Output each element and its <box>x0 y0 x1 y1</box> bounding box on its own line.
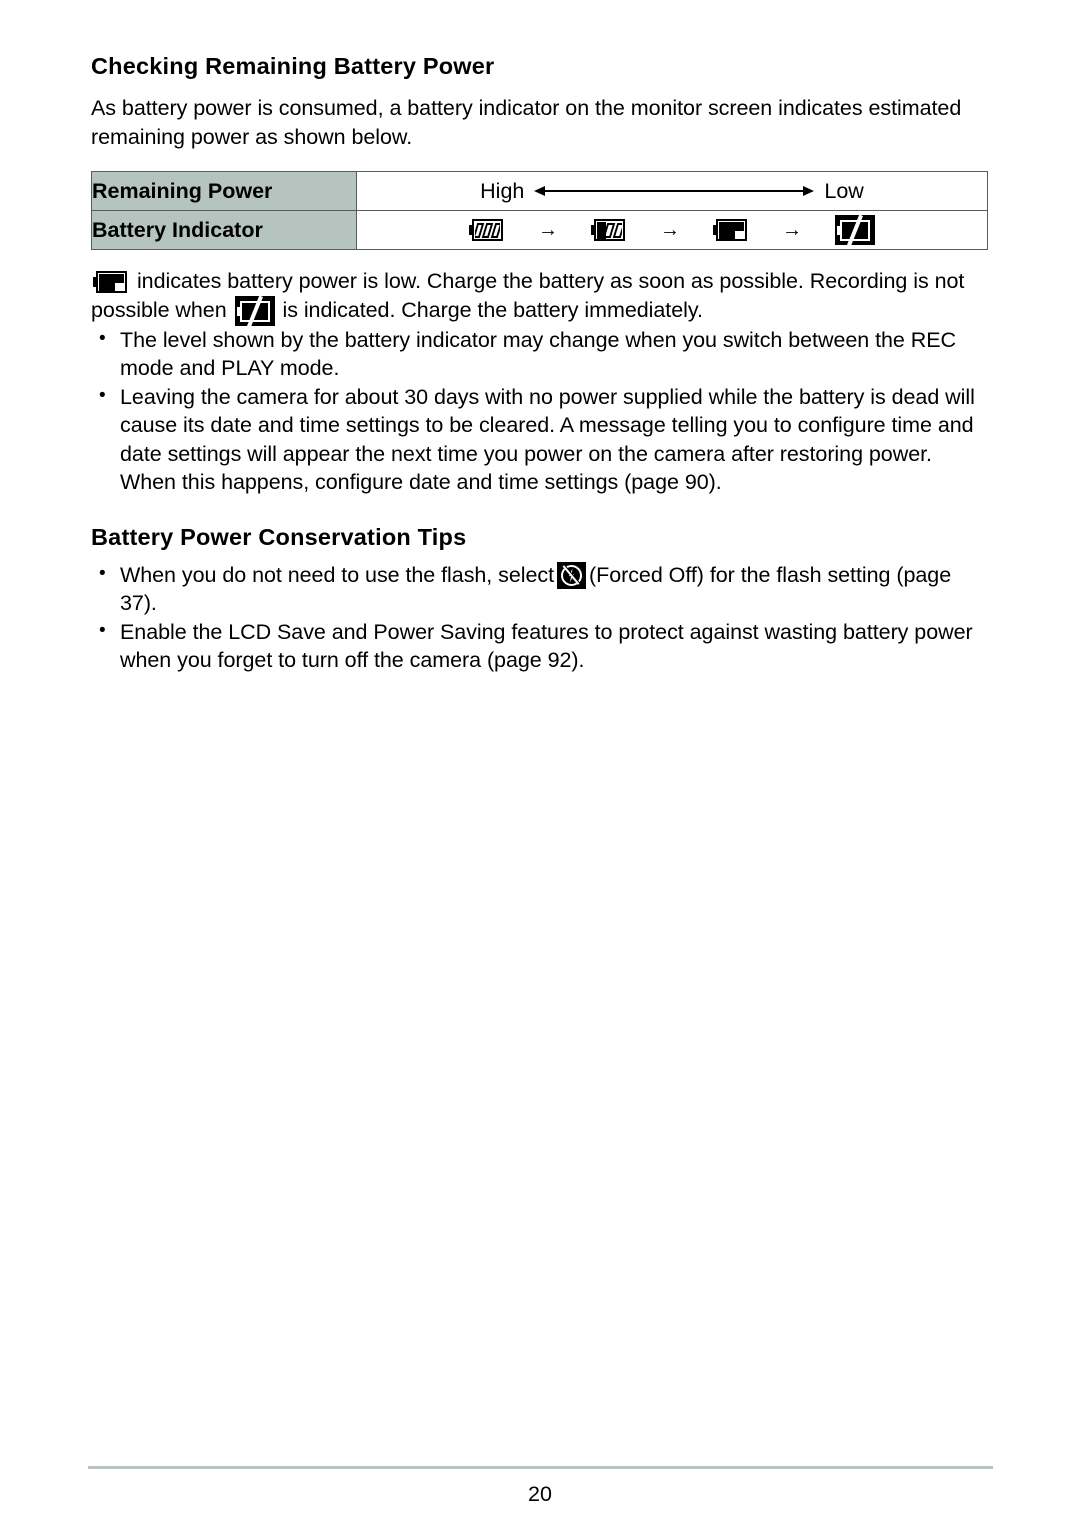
note-text-1: The level shown by the battery indicator… <box>120 327 956 381</box>
notes-list: • The level shown by the battery indicat… <box>91 326 991 497</box>
tips-list: • When you do not need to use the flash,… <box>91 561 991 675</box>
battery-indicator-table: Remaining Power High Low Battery Indicat… <box>91 171 988 251</box>
low-battery-note: indicates battery power is low. Charge t… <box>91 267 991 328</box>
note-text-2: Leaving the camera for about 30 days wit… <box>120 384 975 495</box>
row-value-remaining-power: High Low <box>356 171 988 212</box>
row-label-remaining-power: Remaining Power <box>91 171 357 212</box>
table-row-remaining-power: Remaining Power High Low <box>91 171 988 212</box>
page-content: Checking Remaining Battery Power As batt… <box>91 52 991 675</box>
step-arrow-1: → <box>538 219 558 242</box>
page-number: 20 <box>528 1482 552 1506</box>
battery-full-icon <box>469 219 505 242</box>
battery-low-icon <box>93 271 129 294</box>
battery-two-thirds-icon <box>591 219 627 242</box>
double-headed-arrow-icon <box>534 184 815 198</box>
row-value-battery-indicator: → → → <box>356 210 988 251</box>
battery-low-icon <box>713 219 749 242</box>
row-label-battery-indicator: Battery Indicator <box>91 210 357 251</box>
low-battery-note-text-2b: is indicated. Charge the battery immedia… <box>282 297 703 322</box>
document-page: Checking Remaining Battery Power As batt… <box>0 0 1080 1534</box>
bullet-glyph: • <box>99 327 106 349</box>
intro-paragraph: As battery power is consumed, a battery … <box>91 94 991 151</box>
tip-text-1a: When you do not need to use the flash, s… <box>120 562 555 587</box>
tip-text-2: Enable the LCD Save and Power Saving fea… <box>120 619 973 673</box>
list-item: • Enable the LCD Save and Power Saving f… <box>91 618 991 675</box>
bullet-glyph: • <box>99 562 106 584</box>
range-low-label: Low <box>824 178 864 203</box>
list-item: • Leaving the camera for about 30 days w… <box>91 383 991 497</box>
flash-forced-off-icon <box>557 561 587 589</box>
table-row-battery-indicator: Battery Indicator → → → <box>91 210 988 251</box>
step-arrow-2: → <box>660 219 680 242</box>
bullet-glyph: • <box>99 619 106 641</box>
low-battery-note-text-1: indicates battery power is low. Charge t… <box>136 269 804 294</box>
intro-line-1: As battery power is consumed, a battery … <box>91 96 863 121</box>
range-high-label: High <box>480 178 525 203</box>
list-item: • When you do not need to use the flash,… <box>91 561 991 618</box>
low-battery-note-line-1: indicates battery power is low. Charge t… <box>91 269 804 294</box>
footer-divider <box>88 1466 993 1469</box>
conservation-tips-title: Battery Power Conservation Tips <box>91 523 467 550</box>
page-title: Checking Remaining Battery Power <box>91 53 495 79</box>
step-arrow-3: → <box>782 219 802 242</box>
battery-empty-icon <box>835 214 875 247</box>
list-item: • The level shown by the battery indicat… <box>91 326 991 383</box>
bullet-glyph: • <box>99 384 106 406</box>
battery-empty-icon <box>234 295 275 328</box>
